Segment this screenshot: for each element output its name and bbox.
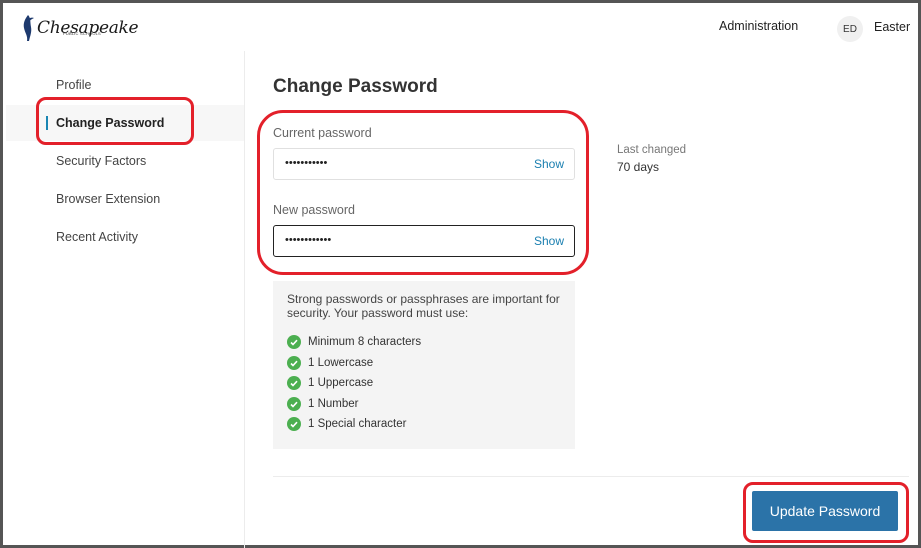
check-icon (287, 356, 301, 370)
current-password-show-button[interactable]: Show (534, 157, 564, 171)
current-password-value: ••••••••••• (285, 157, 328, 169)
check-icon (287, 397, 301, 411)
requirements-intro: Strong passwords or passphrases are impo… (287, 292, 560, 320)
requirement-item: 1 Number (287, 397, 359, 411)
sidebar-item-change-password[interactable]: Change Password (56, 116, 164, 130)
new-password-value: •••••••••••• (285, 234, 332, 246)
current-password-field[interactable]: ••••••••••• Show (273, 148, 575, 180)
footer-divider (273, 476, 909, 477)
avatar[interactable]: ED (837, 16, 863, 42)
current-password-label: Current password (273, 126, 372, 140)
logo-subtext: PUBLIC SCHOOLS (63, 31, 101, 36)
requirement-label: 1 Special character (308, 418, 407, 430)
administration-link[interactable]: Administration (719, 19, 798, 33)
requirement-item: 1 Uppercase (287, 376, 373, 390)
sidebar-item-security-factors[interactable]: Security Factors (56, 154, 146, 168)
password-requirements: Strong passwords or passphrases are impo… (273, 281, 575, 449)
sidebar-item-recent-activity[interactable]: Recent Activity (56, 230, 138, 244)
requirement-item: 1 Special character (287, 417, 406, 431)
requirement-item: 1 Lowercase (287, 356, 373, 370)
requirement-label: Minimum 8 characters (308, 336, 422, 348)
active-indicator (46, 116, 48, 130)
update-password-button[interactable]: Update Password (752, 491, 898, 531)
new-password-field[interactable]: •••••••••••• Show (273, 225, 575, 257)
last-changed-value: 70 days (617, 160, 660, 174)
sidebar-item-browser-extension[interactable]: Browser Extension (56, 192, 160, 206)
requirement-label: 1 Lowercase (308, 357, 374, 369)
page-title: Change Password (273, 76, 438, 97)
new-password-label: New password (273, 203, 355, 217)
sidebar-item-profile[interactable]: Profile (56, 78, 91, 92)
requirement-label: 1 Uppercase (308, 377, 374, 389)
check-icon (287, 376, 301, 390)
requirement-label: 1 Number (308, 398, 359, 410)
app-window: Chesapeake PUBLIC SCHOOLS Administration… (0, 0, 921, 548)
check-icon (287, 335, 301, 349)
user-name[interactable]: Easter (874, 20, 910, 34)
heron-logo-icon (23, 15, 34, 41)
sidebar-divider (244, 51, 245, 548)
new-password-show-button[interactable]: Show (534, 234, 564, 248)
check-icon (287, 417, 301, 431)
requirement-item: Minimum 8 characters (287, 335, 421, 349)
last-changed-label: Last changed (617, 144, 687, 156)
logo[interactable]: Chesapeake (21, 14, 139, 42)
